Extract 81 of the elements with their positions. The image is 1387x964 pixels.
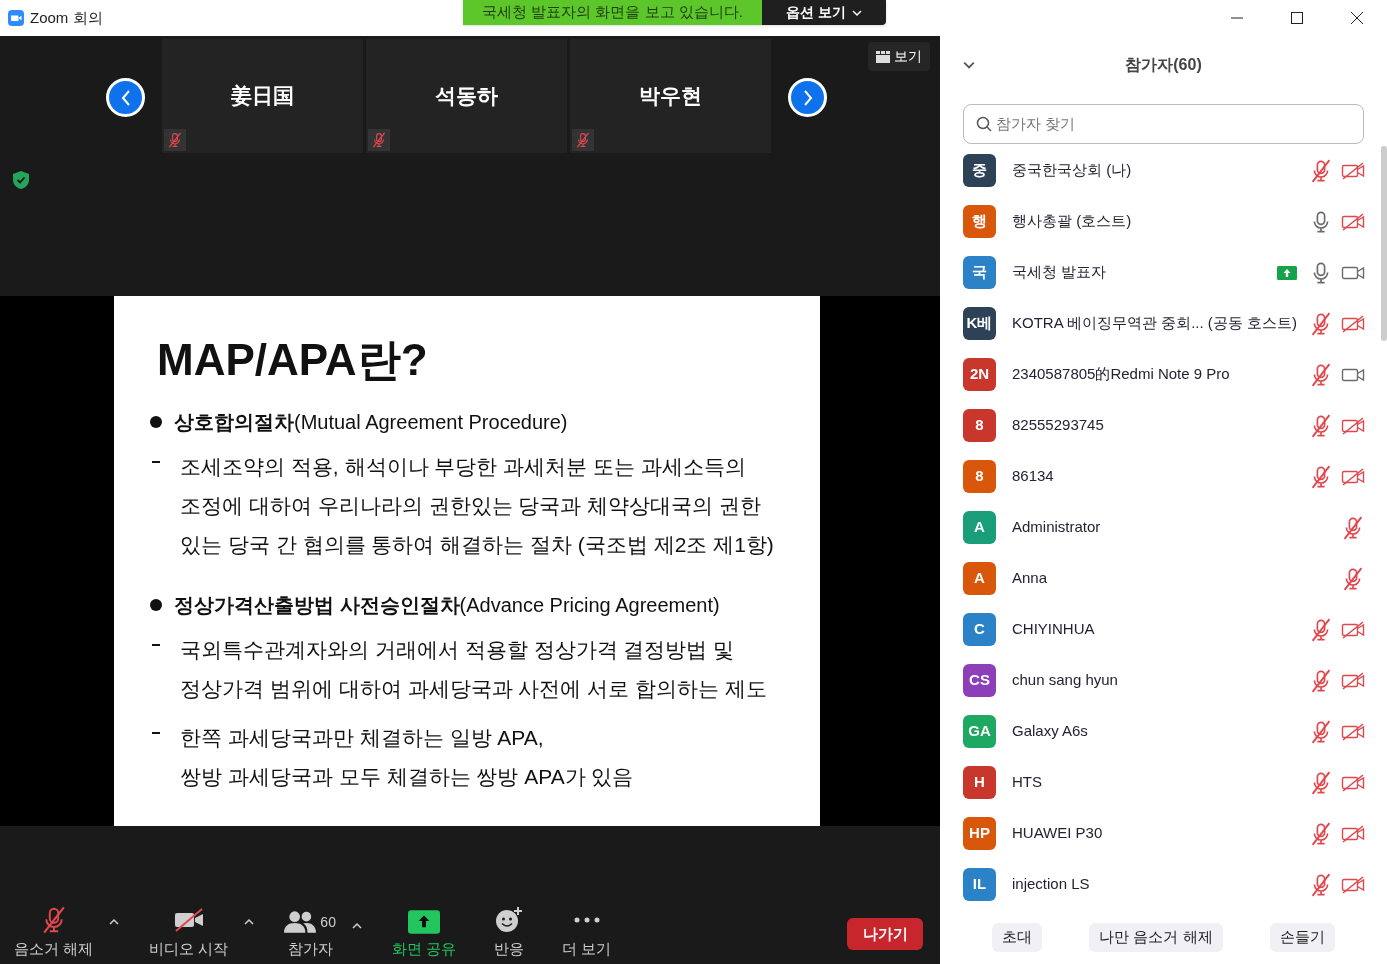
dash-icon — [152, 732, 160, 734]
share-screen-icon — [408, 909, 440, 934]
video-toolbar-button[interactable]: 비디오 시작 — [141, 905, 237, 960]
avatar: IL — [963, 868, 996, 901]
participant-name: 姜日国 — [230, 83, 295, 109]
dash-icon — [152, 461, 160, 463]
avatar: 8 — [963, 460, 996, 493]
avatar: 2N — [963, 358, 996, 391]
mic-toolbar-button[interactable]: 음소거 해제 — [6, 905, 102, 960]
avatar: CS — [963, 664, 996, 697]
avatar: 국 — [963, 256, 996, 289]
close-icon — [1351, 12, 1363, 24]
smiley-plus-icon — [495, 905, 524, 934]
bullet-icon — [150, 599, 162, 611]
search-input[interactable]: 참가자 찾기 — [996, 112, 1351, 136]
sharing-banner: 국세청 발표자의 화면을 보고 있습니다. — [463, 0, 762, 25]
bullet-icon — [150, 416, 162, 428]
participant-name: chun sang hyun — [1012, 670, 1118, 691]
participant-name: CHIYINHUA — [1012, 619, 1095, 640]
participant-name: Administrator — [1012, 517, 1101, 538]
people-icon — [284, 909, 317, 934]
participant-name: Galaxy A6s — [1012, 721, 1088, 742]
slide-paragraph: 조세조약의 적용, 해석이나 부당한 과세처분 또는 과세소득의 조정에 대하여 우리나라의 권한있는 당국과 체약상대국의 권한 있는 당국 간 협의를 통하여 해결하는 절차 (국조법 제2조 제1항) — [180, 454, 774, 558]
participant-name: 2340587805的Redmi Note 9 Pro — [1012, 364, 1230, 385]
participant-name: 국세청 발표자 — [1012, 262, 1107, 283]
avatar: GA — [963, 715, 996, 748]
panel-button[interactable]: 나만 음소거 해제 — [1089, 923, 1223, 952]
dash-icon — [152, 644, 160, 646]
panel-button[interactable]: 초대 — [992, 923, 1042, 952]
caret-up-icon[interactable] — [244, 917, 255, 926]
avatar: 행 — [963, 205, 996, 238]
avatar: 중 — [963, 154, 996, 187]
avatar: 8 — [963, 409, 996, 442]
chevron-down-icon — [851, 8, 862, 17]
chevron-left-icon — [120, 89, 131, 106]
participant-name: 82555293745 — [1012, 415, 1104, 436]
leave-button[interactable]: 나가기 — [847, 918, 923, 950]
more-toolbar-button[interactable]: 더 보기 — [554, 905, 620, 960]
bullet-heading: 정상가격산출방법 사전승인절차(Advance Pricing Agreement) — [174, 593, 720, 618]
more-dots-icon — [572, 915, 601, 924]
avatar: C — [963, 613, 996, 646]
participant-name: 86134 — [1012, 466, 1054, 487]
avatar: K베 — [963, 307, 996, 340]
reactions-toolbar-button[interactable]: 반응 — [486, 905, 533, 960]
participant-name: HUAWEI P30 — [1012, 823, 1103, 844]
participant-name: 석동하 — [434, 83, 499, 109]
chevron-down-icon[interactable] — [963, 61, 975, 69]
search-icon — [976, 116, 992, 132]
avatar: HP — [963, 817, 996, 850]
caret-up-icon[interactable] — [351, 921, 362, 930]
chevron-right-icon — [802, 89, 813, 106]
avatar: A — [963, 511, 996, 544]
participant-name: injection LS — [1012, 874, 1090, 895]
slide-title: MAP/APA란? — [157, 334, 429, 386]
slide-paragraph: 한쪽 과세당국과만 체결하는 일방 APA, 쌍방 과세당국과 모두 체결하는 쌍방 APA가 있음 — [180, 725, 634, 790]
grid-icon — [876, 50, 890, 63]
window-title: Zoom 회의 — [30, 7, 103, 28]
caret-up-icon[interactable] — [109, 917, 120, 926]
slide-paragraph: 국외특수관계자와의 거래에서 적용할 정상가격 결정방법 및 정상가격 범위에 대하여 과세당국과 사전에 서로 합의하는 제도 — [180, 637, 767, 702]
view-options-button[interactable]: 옵션 보기 — [762, 0, 886, 25]
participants-toolbar-button[interactable]: 60 참가자 — [276, 909, 344, 960]
panel-button[interactable]: 손들기 — [1270, 923, 1335, 952]
participant-count: 60 — [320, 912, 336, 932]
maximize-icon — [1291, 12, 1303, 24]
shield-check-icon — [13, 171, 29, 189]
avatar: H — [963, 766, 996, 799]
view-button[interactable]: 보기 — [868, 42, 930, 71]
app-logo-icon — [8, 10, 24, 26]
participant-name: 중국한국상회 (나) — [1012, 160, 1132, 181]
next-page-button[interactable] — [788, 78, 827, 117]
share-toolbar-button[interactable]: 화면 공유 — [383, 909, 465, 960]
previous-page-button[interactable] — [106, 78, 145, 117]
search-field[interactable]: 참가자 찾기 — [963, 104, 1364, 144]
panel-title: 참가자(60) — [1125, 55, 1202, 75]
participant-name: Anna — [1012, 568, 1048, 589]
participant-name: 행사총괄 (호스트) — [1012, 211, 1132, 232]
participant-name: 박우현 — [638, 83, 703, 109]
participant-name: HTS — [1012, 772, 1042, 793]
participant-name: KOTRA 베이징무역관 중회... (공동 호스트) — [1012, 313, 1297, 334]
bullet-heading: 상호합의절차(Mutual Agreement Procedure) — [174, 410, 568, 435]
avatar: A — [963, 562, 996, 595]
